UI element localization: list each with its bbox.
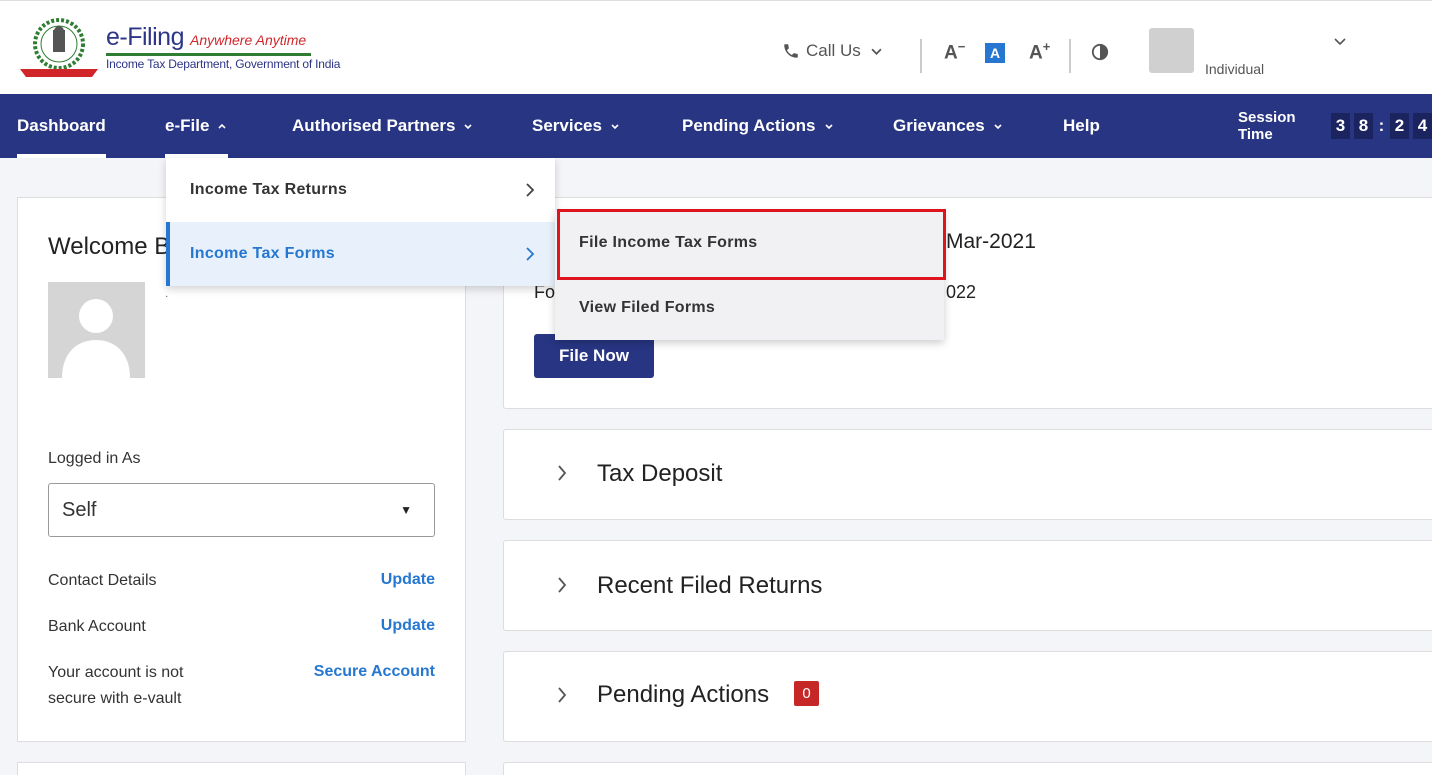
file-now-button[interactable]: File Now bbox=[534, 334, 654, 378]
session-label: Session Time bbox=[1238, 109, 1296, 143]
session-digit: 2 bbox=[1390, 113, 1409, 139]
due-date-title: Mar-2021 bbox=[946, 230, 1036, 253]
secure-account-link[interactable]: Secure Account bbox=[314, 663, 435, 681]
accordion-next bbox=[503, 762, 1432, 775]
chevron-down-icon bbox=[871, 48, 882, 55]
due-date-text: 022 bbox=[946, 282, 977, 302]
chevron-down-icon bbox=[994, 124, 1002, 130]
contrast-toggle-icon[interactable] bbox=[1091, 43, 1109, 61]
caret-down-icon: ▼ bbox=[400, 503, 412, 517]
accordion-tax-deposit[interactable]: Tax Deposit bbox=[503, 429, 1432, 520]
chevron-up-icon bbox=[218, 123, 226, 129]
chevron-right-icon bbox=[558, 577, 567, 593]
submenu-file-income-tax-forms[interactable]: File Income Tax Forms bbox=[555, 211, 944, 275]
nav-dashboard[interactable]: Dashboard bbox=[17, 94, 106, 158]
header-divider bbox=[920, 39, 922, 73]
income-tax-emblem-logo[interactable] bbox=[18, 17, 100, 79]
secondary-card bbox=[17, 762, 466, 775]
nav-efile[interactable]: e-File bbox=[165, 94, 227, 158]
chevron-down-icon bbox=[611, 124, 619, 130]
phone-icon bbox=[784, 44, 798, 58]
nav-efile-label: e-File bbox=[165, 116, 210, 135]
user-role: Individual bbox=[1205, 61, 1265, 77]
session-digit: 4 bbox=[1413, 113, 1432, 139]
accordion-title: Pending Actions bbox=[597, 681, 770, 708]
nav-grievances[interactable]: Grievances bbox=[893, 94, 1003, 158]
menu-item-income-tax-returns[interactable]: Income Tax Returns bbox=[166, 158, 555, 222]
session-digit: 8 bbox=[1354, 113, 1373, 139]
logo-tagline: Anywhere Anytime bbox=[189, 32, 307, 48]
session-digits: 3 8 : 2 4 bbox=[1331, 113, 1432, 139]
nav-authorised-partners-label: Authorised Partners bbox=[292, 116, 456, 135]
pending-count-badge: 0 bbox=[794, 681, 819, 706]
logo-divider bbox=[106, 53, 311, 56]
welcome-heading: Welcome B bbox=[48, 233, 171, 260]
font-increase-button[interactable]: A+ bbox=[1029, 39, 1050, 64]
session-separator: : bbox=[1378, 116, 1385, 135]
efile-dropdown-menu: Income Tax Returns Income Tax Forms bbox=[166, 158, 555, 286]
accordion-pending-actions[interactable]: Pending Actions 0 bbox=[503, 651, 1432, 742]
profile-photo bbox=[48, 282, 145, 378]
nav-pending-actions-label: Pending Actions bbox=[682, 116, 816, 135]
header-divider bbox=[1069, 39, 1071, 73]
chevron-down-icon[interactable] bbox=[1333, 36, 1347, 48]
nav-active-underline bbox=[17, 154, 106, 158]
nav-pending-actions[interactable]: Pending Actions bbox=[682, 94, 834, 158]
call-us-label: Call Us bbox=[806, 41, 861, 60]
logo-title: e-Filing bbox=[106, 23, 184, 51]
contact-details-label: Contact Details bbox=[48, 572, 157, 589]
update-bank-link[interactable]: Update bbox=[381, 617, 435, 635]
nav-dashboard-label: Dashboard bbox=[17, 116, 106, 135]
nav-authorised-partners[interactable]: Authorised Partners bbox=[292, 94, 473, 158]
logo-subtitle: Income Tax Department, Government of Ind… bbox=[106, 57, 341, 71]
income-tax-forms-submenu: File Income Tax Forms View Filed Forms bbox=[555, 211, 944, 340]
chevron-right-icon bbox=[526, 183, 535, 197]
logged-in-as-label: Logged in As bbox=[48, 450, 141, 467]
session-timer: Session Time 3 8 : 2 4 bbox=[1238, 94, 1432, 158]
nav-grievances-label: Grievances bbox=[893, 116, 985, 135]
menu-item-income-tax-forms[interactable]: Income Tax Forms bbox=[166, 222, 555, 286]
top-header: e-Filing Anywhere Anytime Income Tax Dep… bbox=[0, 0, 1432, 94]
font-decrease-button[interactable]: A− bbox=[944, 39, 965, 64]
logged-in-as-select[interactable]: Self ▼ bbox=[48, 483, 435, 537]
nav-services-label: Services bbox=[532, 116, 602, 135]
bank-account-label: Bank Account bbox=[48, 618, 146, 635]
menu-item-label: Income Tax Returns bbox=[190, 181, 348, 198]
session-digit: 3 bbox=[1331, 113, 1350, 139]
chevron-right-icon bbox=[558, 687, 567, 703]
chevron-right-icon bbox=[526, 247, 535, 261]
user-silhouette-icon bbox=[62, 299, 130, 378]
accordion-title: Tax Deposit bbox=[597, 460, 723, 487]
logged-in-as-value: Self bbox=[62, 498, 97, 521]
nav-services[interactable]: Services bbox=[532, 94, 620, 158]
font-default-button[interactable]: A bbox=[985, 43, 1005, 63]
nav-help[interactable]: Help bbox=[1063, 94, 1100, 158]
menu-item-label: Income Tax Forms bbox=[190, 245, 335, 262]
font-decrease-label: A bbox=[944, 42, 958, 64]
evault-warning-text: Your account is not secure with e-vault bbox=[48, 664, 184, 707]
chevron-down-icon bbox=[464, 124, 473, 130]
chevron-right-icon bbox=[558, 465, 567, 481]
chevron-down-icon bbox=[824, 124, 833, 130]
accordion-title: Recent Filed Returns bbox=[597, 572, 823, 599]
main-nav: Dashboard e-File Authorised Partners Ser… bbox=[0, 94, 1432, 158]
call-us-menu[interactable]: Call Us bbox=[782, 41, 882, 61]
submenu-view-filed-forms[interactable]: View Filed Forms bbox=[555, 276, 944, 340]
font-increase-label: A bbox=[1029, 42, 1043, 64]
efiling-logo[interactable]: e-Filing Anywhere Anytime Income Tax Dep… bbox=[106, 23, 340, 71]
accordion-recent-filed-returns[interactable]: Recent Filed Returns bbox=[503, 540, 1432, 631]
user-avatar[interactable] bbox=[1149, 28, 1194, 73]
nav-help-label: Help bbox=[1063, 116, 1100, 135]
update-contact-link[interactable]: Update bbox=[381, 571, 435, 589]
